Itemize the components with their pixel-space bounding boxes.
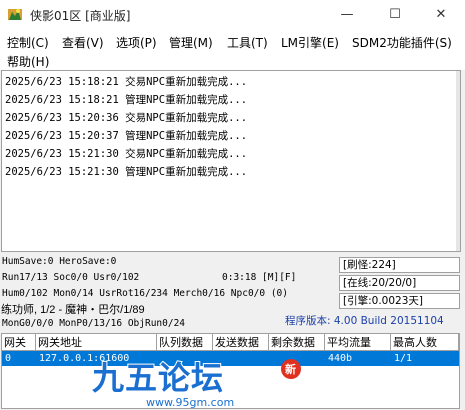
menu-control[interactable]: 控制(C) xyxy=(7,34,49,51)
col-header-address[interactable]: 网关地址 xyxy=(36,334,157,351)
program-version: 程序版本: 4.00 Build 20151104 xyxy=(285,315,444,327)
engine-time-box: [引擎:0.0023天] xyxy=(339,293,460,309)
watermark-text: 九五论坛 xyxy=(92,359,224,397)
log-line: 2025/6/23 15:21:30 管理NPC重新加载完成... xyxy=(5,166,248,178)
status-humsave: HumSave:0 HeroSave:0 xyxy=(2,256,117,267)
log-line: 2025/6/23 15:18:21 管理NPC重新加载完成... xyxy=(5,94,248,106)
log-line: 2025/6/23 15:20:37 管理NPC重新加载完成... xyxy=(5,130,248,142)
col-header-remain[interactable]: 剩余数据 xyxy=(269,334,325,351)
online-count-box: [在线:20/20/0] xyxy=(339,275,460,291)
menu-lm-engine[interactable]: LM引擎(E) xyxy=(281,34,339,51)
title-bar[interactable]: 侠影01区 [商业版] — ☐ ✕ xyxy=(0,0,465,30)
cell-max: 1/1 xyxy=(394,353,413,364)
menu-sdm2-plugins[interactable]: SDM2功能插件(S) xyxy=(352,34,452,51)
col-header-avg[interactable]: 平均流量 xyxy=(325,334,391,351)
status-hum: Hum0/102 Mon0/14 UsrRot16/234 Merch0/16 … xyxy=(2,288,288,299)
menu-bar: 控制(C) 查看(V) 选项(P) 管理(M) 工具(T) LM引擎(E) SD… xyxy=(0,30,465,70)
maximize-button[interactable]: ☐ xyxy=(372,0,418,30)
refresh-monsters-box: [刷怪:224] xyxy=(339,257,460,273)
col-header-gateway[interactable]: 网关 xyxy=(2,334,36,351)
log-scrollbar[interactable] xyxy=(456,71,460,251)
menu-help[interactable]: 帮助(H) xyxy=(7,53,49,70)
cell-avg: 440b xyxy=(328,353,353,364)
server-window: 侠影01区 [商业版] — ☐ ✕ 控制(C) 查看(V) 选项(P) 管理(M… xyxy=(0,0,465,410)
app-icon xyxy=(8,9,22,20)
menu-options[interactable]: 选项(P) xyxy=(116,34,157,51)
menu-tools[interactable]: 工具(T) xyxy=(227,34,268,51)
log-line: 2025/6/23 15:20:36 交易NPC重新加载完成... xyxy=(5,112,248,124)
minimize-button[interactable]: — xyxy=(324,0,370,30)
log-line: 2025/6/23 15:21:30 交易NPC重新加载完成... xyxy=(5,148,248,160)
window-title: 侠影01区 [商业版] xyxy=(30,9,131,23)
watermark-logo: 九五论坛 新 www.95gm.com xyxy=(91,358,301,409)
col-header-send[interactable]: 发送数据 xyxy=(213,334,269,351)
close-button[interactable]: ✕ xyxy=(418,0,464,30)
menu-view[interactable]: 查看(V) xyxy=(62,34,104,51)
col-header-queue[interactable]: 队列数据 xyxy=(157,334,213,351)
status-run: Run17/13 Soc0/0 Usr0/102 xyxy=(2,272,140,283)
col-header-max[interactable]: 最高人数 xyxy=(391,334,459,351)
log-panel[interactable]: 2025/6/23 15:18:21 交易NPC重新加载完成... 2025/6… xyxy=(1,70,461,252)
status-mongo: MonG0/0/0 MonP0/13/16 ObjRun0/24 xyxy=(2,318,186,329)
status-practice: 练功师, 1/2 - 魔神・巴尔/1/89 xyxy=(1,304,145,316)
cell-gateway: 0 xyxy=(5,353,12,364)
watermark-badge: 新 xyxy=(285,362,296,376)
menu-manage[interactable]: 管理(M) xyxy=(169,34,213,51)
log-line: 2025/6/23 15:18:21 交易NPC重新加载完成... xyxy=(5,76,248,88)
status-timer: 0:3:18 [M][F] xyxy=(222,272,297,283)
watermark-url: www.95gm.com xyxy=(146,396,234,409)
